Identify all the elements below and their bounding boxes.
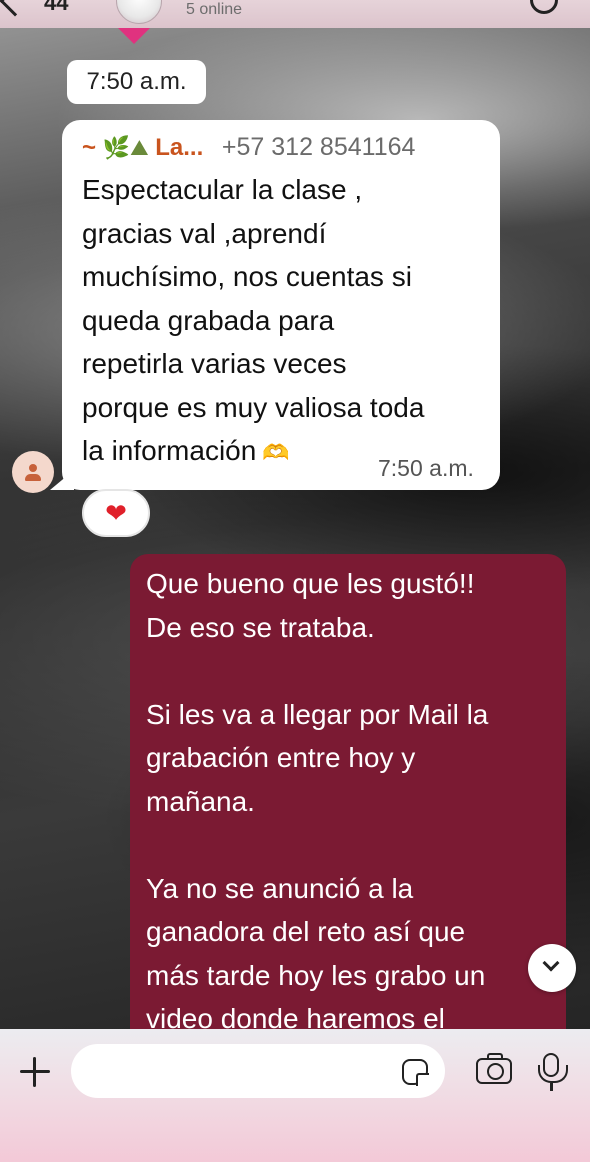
chevron-down-icon: [542, 954, 560, 972]
message-input[interactable]: [71, 1044, 445, 1098]
message-line: Si les va a llegar por Mail la: [146, 698, 489, 730]
incoming-message-text: Espectacular la clase , gracias val ,apr…: [82, 168, 492, 476]
back-icon[interactable]: [0, 0, 31, 17]
sender-emojis: 🌿⛰: [102, 136, 149, 161]
camera-icon[interactable]: [476, 1053, 512, 1084]
sender-info[interactable]: ~ 🌿⛰ La... +57 312 8541164: [82, 133, 492, 163]
sender-phone: +57 312 8541164: [221, 133, 416, 161]
message-line: más tarde hoy les grabo un: [146, 959, 486, 991]
unread-count: 44: [44, 0, 69, 15]
mic-stand: [550, 1083, 553, 1091]
message-line: Que bueno que les gustó!!: [146, 568, 475, 599]
heart-hands-emoji: 🫶: [262, 441, 290, 466]
sender-prefix: ~: [82, 134, 97, 161]
message-timestamp: 7:50 a.m.: [378, 455, 474, 481]
scroll-down-button[interactable]: [528, 944, 576, 992]
group-avatar[interactable]: [116, 0, 162, 24]
message-line: Ya no se anunció a la: [146, 872, 414, 904]
online-status: 5 online: [186, 1, 243, 18]
heart-reaction[interactable]: ❤: [82, 489, 150, 537]
notch-indicator: [118, 28, 150, 44]
person-icon[interactable]: [12, 451, 54, 493]
chat-header: 44 5 online: [0, 0, 590, 28]
date-time-chip: 7:50 a.m.: [67, 60, 206, 104]
message-line: De eso se trataba.: [146, 611, 375, 643]
message-line: muchísimo, nos cuentas si: [82, 261, 412, 292]
message-line: queda grabada para: [82, 304, 335, 336]
plus-icon[interactable]: [20, 1057, 50, 1087]
heart-icon: ❤: [105, 499, 127, 529]
message-line: Espectacular la clase ,: [82, 174, 363, 205]
message-line: gracias val ,aprendí: [82, 217, 327, 249]
call-icon[interactable]: [530, 0, 558, 14]
message-line: [146, 649, 556, 693]
message-line: la información: [82, 435, 257, 466]
sticker-icon[interactable]: [402, 1059, 429, 1086]
sender-name: La...: [155, 134, 204, 161]
message-line: ganadora del reto así que: [146, 916, 466, 947]
message-line: repetirla varias veces: [82, 348, 347, 379]
message-line: mañana.: [146, 785, 255, 817]
message-line: grabación entre hoy y: [146, 742, 416, 773]
mic-icon[interactable]: [538, 1053, 568, 1083]
outgoing-message-text: Que bueno que les gustó!! De eso se trat…: [146, 562, 556, 1041]
message-line: porque es muy valiosa toda: [82, 391, 425, 423]
message-line: [146, 823, 556, 867]
